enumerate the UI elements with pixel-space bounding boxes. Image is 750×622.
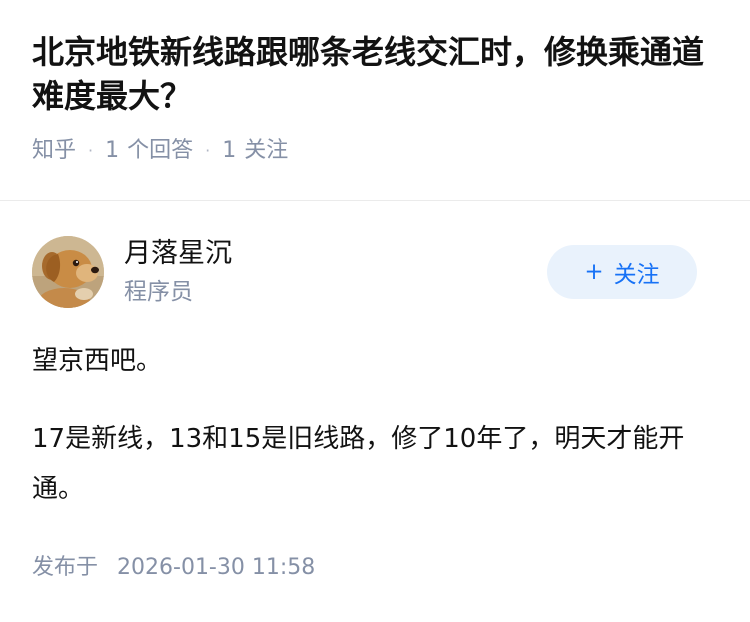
- dog-avatar-icon[interactable]: [32, 236, 104, 308]
- question-meta: 知乎 · 1 个回答 · 1 关注: [32, 136, 722, 166]
- question-title[interactable]: 北京地铁新线路跟哪条老线交汇时，修换乘通道难度最大？: [32, 30, 722, 118]
- answer-content: 望京西吧。 17是新线，13和15是旧线路，修了10年了，明天才能开通。: [32, 336, 722, 514]
- published-time: 2026-01-30 11:58: [117, 555, 316, 580]
- published-label: 发布于: [32, 555, 99, 580]
- followers-label[interactable]: 关注: [244, 136, 288, 166]
- plus-icon: +: [584, 258, 604, 285]
- publish-info: 发布于 2026-01-30 11:58: [32, 552, 315, 584]
- answers-label[interactable]: 个回答: [127, 136, 193, 166]
- section-divider: [0, 200, 750, 201]
- answer-paragraph: 望京西吧。: [32, 346, 163, 376]
- follow-button[interactable]: + 关注: [547, 245, 697, 299]
- answers-count: 1: [105, 138, 120, 163]
- meta-separator: ·: [88, 141, 94, 160]
- followers-count: 1: [222, 138, 237, 163]
- author-card: 月落星沉 程序员 + 关注: [32, 236, 722, 308]
- answer-page: 北京地铁新线路跟哪条老线交汇时，修换乘通道难度最大？ 知乎 · 1 个回答 · …: [0, 0, 750, 622]
- author-title: 程序员: [124, 279, 193, 305]
- meta-separator: ·: [205, 141, 211, 160]
- question-header: 北京地铁新线路跟哪条老线交汇时，修换乘通道难度最大？ 知乎 · 1 个回答 · …: [32, 30, 722, 166]
- follow-button-label: 关注: [613, 262, 660, 288]
- source-label[interactable]: 知乎: [32, 136, 76, 166]
- answer-paragraph: 17是新线，13和15是旧线路，修了10年了，明天才能开通。: [32, 424, 685, 504]
- author-name[interactable]: 月落星沉: [124, 236, 232, 272]
